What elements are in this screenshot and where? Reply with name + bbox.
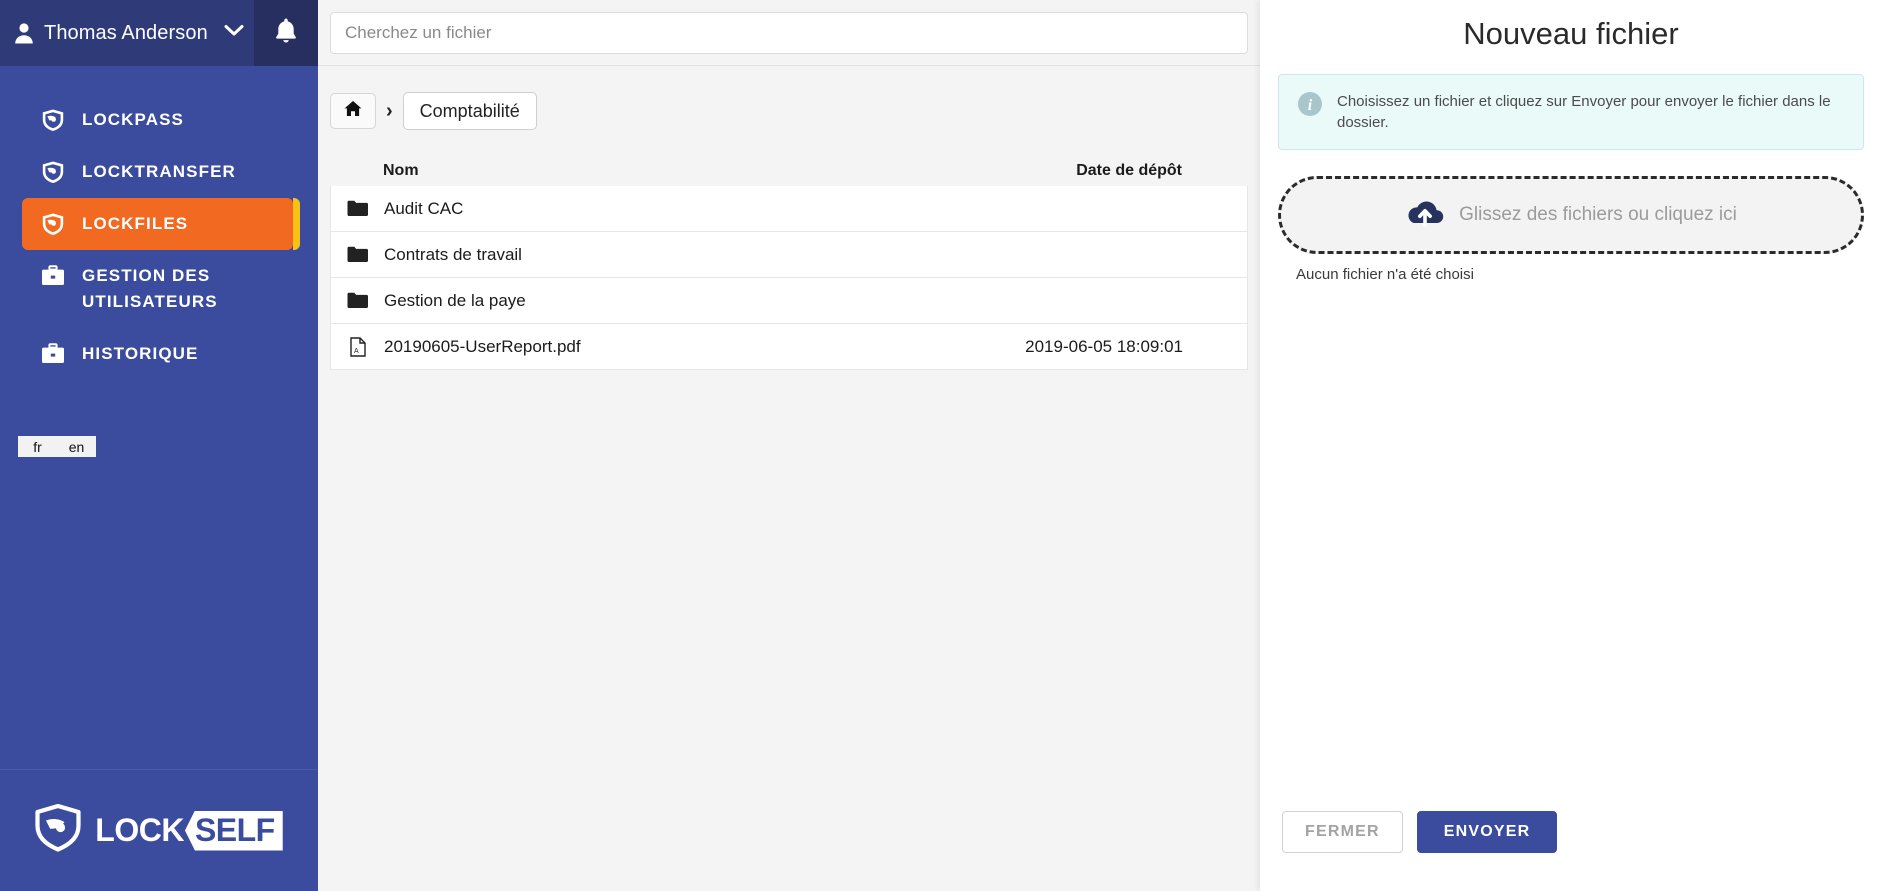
bell-icon	[274, 17, 298, 49]
search-input[interactable]	[330, 11, 1248, 54]
sidebar-nav: LOCKPASS LOCKTRANSFER LOCKFILES GESTION …	[0, 66, 318, 769]
folder-icon	[331, 292, 384, 309]
shield-icon	[40, 211, 66, 237]
chevron-down-icon[interactable]	[224, 24, 244, 42]
info-banner-text: Choisissez un fichier et cliquez sur Env…	[1337, 93, 1831, 131]
language-switcher: fr en	[18, 436, 96, 457]
column-header-date[interactable]: Date de dépôt	[900, 162, 1200, 180]
panel-actions: FERMER ENVOYER	[1260, 811, 1882, 891]
main-content: › Comptabilité Nom Date de dépôt Audit C…	[318, 0, 1260, 891]
app-root: Thomas Anderson LOCKPASS LOCKTRANSFER LO…	[0, 0, 1882, 891]
logo-lock-text: LOCK	[95, 812, 184, 848]
logo-self-text: SELF	[184, 810, 283, 851]
table-row[interactable]: Gestion de la paye	[330, 278, 1248, 324]
dropzone-label: Glissez des fichiers ou cliquez ici	[1459, 204, 1737, 225]
no-file-selected-text: Aucun fichier n'a été choisi	[1296, 266, 1474, 283]
shield-logo-icon	[35, 803, 81, 857]
shield-icon	[40, 159, 66, 185]
sidebar: Thomas Anderson LOCKPASS LOCKTRANSFER LO…	[0, 0, 318, 891]
home-icon	[344, 100, 362, 122]
briefcase-icon	[40, 263, 66, 289]
table-row[interactable]: A 20190605-UserReport.pdf 2019-06-05 18:…	[330, 324, 1248, 370]
sidebar-item-label: LOCKTRANSFER	[82, 162, 236, 181]
folder-icon	[331, 246, 384, 263]
sidebar-item-lockpass[interactable]: LOCKPASS	[22, 94, 296, 146]
pdf-file-icon: A	[331, 336, 384, 357]
breadcrumb-item-label: Comptabilité	[419, 100, 520, 121]
info-banner: i Choisissez un fichier et cliquez sur E…	[1278, 74, 1864, 150]
table-row[interactable]: Audit CAC	[330, 186, 1248, 232]
sidebar-item-gestion-des-utilisateurs[interactable]: GESTION DES UTILISATEURS	[22, 250, 296, 328]
file-name: Audit CAC	[384, 198, 464, 218]
file-table: Nom Date de dépôt Audit CAC Contrats de …	[330, 156, 1248, 370]
close-button[interactable]: FERMER	[1282, 811, 1403, 853]
language-option-fr[interactable]: fr	[18, 436, 57, 457]
column-header-name[interactable]: Nom	[330, 162, 900, 180]
breadcrumb-separator: ›	[386, 99, 393, 122]
language-option-en[interactable]: en	[57, 436, 96, 457]
sidebar-item-label: LOCKFILES	[82, 214, 189, 233]
user-icon	[14, 22, 34, 44]
notifications-button[interactable]	[254, 0, 318, 66]
folder-icon	[331, 200, 384, 217]
briefcase-icon	[40, 341, 66, 367]
file-name: Gestion de la paye	[384, 290, 526, 310]
sidebar-item-label: HISTORIQUE	[82, 344, 199, 363]
sidebar-item-lockfiles[interactable]: LOCKFILES	[22, 198, 300, 250]
new-file-panel: Nouveau fichier i Choisissez un fichier …	[1260, 0, 1882, 891]
cloud-upload-icon	[1405, 198, 1445, 233]
lockself-wordmark: LOCK SELF	[95, 810, 283, 851]
sidebar-topbar: Thomas Anderson	[0, 0, 318, 66]
user-name: Thomas Anderson	[44, 21, 208, 44]
file-name: Contrats de travail	[384, 244, 522, 264]
search-bar	[318, 0, 1260, 66]
breadcrumb: › Comptabilité	[318, 66, 1260, 130]
panel-spacer	[1260, 283, 1882, 811]
sidebar-item-historique[interactable]: HISTORIQUE	[22, 328, 296, 380]
lockself-logo: LOCK SELF	[35, 803, 283, 857]
panel-title: Nouveau fichier	[1463, 16, 1679, 51]
send-button[interactable]: ENVOYER	[1416, 811, 1558, 853]
file-date: 2019-06-05 18:09:01	[1025, 336, 1183, 356]
table-row[interactable]: Contrats de travail	[330, 232, 1248, 278]
user-menu[interactable]: Thomas Anderson	[0, 0, 254, 66]
svg-text:i: i	[1308, 97, 1313, 114]
file-name: 20190605-UserReport.pdf	[384, 336, 581, 356]
svg-text:A: A	[354, 348, 359, 355]
info-icon: i	[1297, 91, 1323, 117]
sidebar-item-locktransfer[interactable]: LOCKTRANSFER	[22, 146, 296, 198]
sidebar-item-label: LOCKPASS	[82, 110, 184, 129]
file-table-header: Nom Date de dépôt	[330, 156, 1248, 186]
breadcrumb-item-comptabilite[interactable]: Comptabilité	[402, 92, 537, 130]
breadcrumb-home-button[interactable]	[330, 93, 376, 129]
sidebar-footer: LOCK SELF	[0, 769, 318, 891]
file-dropzone[interactable]: Glissez des fichiers ou cliquez ici	[1278, 176, 1864, 254]
shield-icon	[40, 107, 66, 133]
sidebar-item-label: GESTION DES UTILISATEURS	[82, 266, 218, 311]
